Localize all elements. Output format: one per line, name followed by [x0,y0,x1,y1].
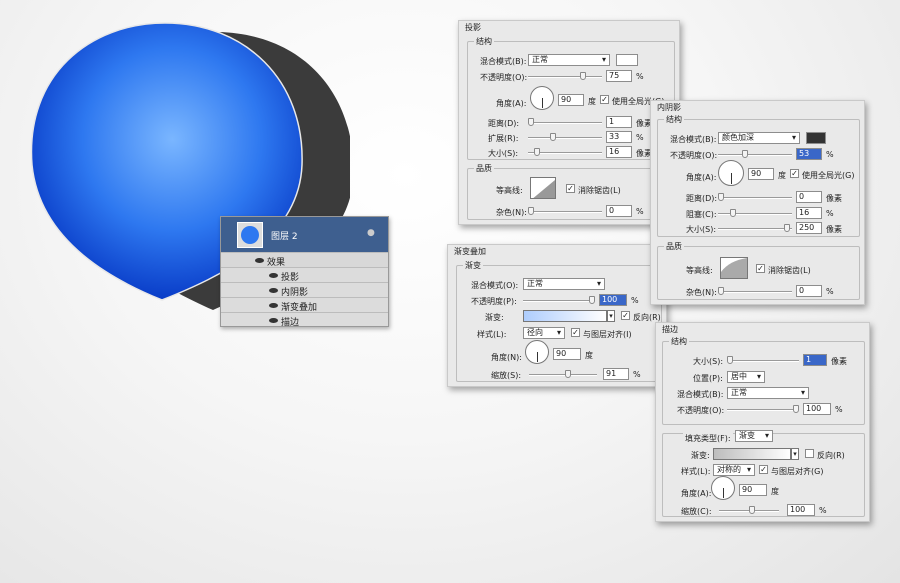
style-select[interactable]: 径向 [523,327,565,339]
opacity-input[interactable]: 75 [606,70,632,82]
gradient-overlay-panel: 渐变叠加 渐变 混合模式(O): 正常 不透明度(P): 100 % 渐变: ▾… [447,244,667,387]
opacity-input[interactable]: 53 [796,148,822,160]
distance-input[interactable]: 0 [796,191,822,203]
panel-title: 投影 [463,22,483,33]
scale-input[interactable]: 100 [787,504,815,516]
angle-dial[interactable] [525,340,549,364]
effects-row[interactable]: 效果 [221,253,388,268]
angle-dial[interactable] [530,86,554,110]
eye-icon[interactable] [269,303,278,308]
noise-slider[interactable] [528,207,602,215]
size-slider[interactable] [528,148,602,156]
size-slider[interactable] [727,356,799,364]
opacity-input[interactable]: 100 [803,403,831,415]
align-with-layer-checkbox[interactable]: ✓ [759,465,768,474]
noise-slider[interactable] [718,287,792,295]
scale-input[interactable]: 91 [603,368,629,380]
antialias-checkbox[interactable]: ✓ [566,184,575,193]
antialias-checkbox[interactable]: ✓ [756,264,765,273]
layer-thumbnail [237,222,263,248]
quality-group: 品质 等高线: ✓ 消除锯齿(L) 杂色(N): 0 % [657,241,860,300]
size-input[interactable]: 16 [606,146,632,158]
fill-group: 填充类型(F): 渐变 渐变: ▾ 反向(R) 样式(L): 对称的 ✓ 与图层… [662,430,865,517]
spread-slider[interactable] [528,133,602,141]
structure-group: 结构 混合模式(B): 颜色加深 不透明度(O): 53 % 角度(A): 90… [657,114,860,237]
scale-slider[interactable] [719,506,779,514]
angle-input[interactable]: 90 [739,484,767,496]
gradient-dropdown-arrow[interactable]: ▾ [791,448,799,460]
eye-icon[interactable] [255,258,264,263]
fx-icon: ● [367,228,375,238]
eye-icon[interactable] [269,318,278,323]
layer-row[interactable]: 图层 2 ● [221,217,388,253]
structure-group: 结构 大小(S): 1 像素 位置(P): 居中 混合模式(B): 正常 不透明… [662,336,865,425]
opacity-slider[interactable] [718,150,792,158]
reverse-checkbox[interactable]: ✓ [621,311,630,320]
opacity-slider[interactable] [523,296,595,304]
effect-item[interactable]: 描边 [221,313,388,328]
effect-item[interactable]: 渐变叠加 [221,298,388,313]
effect-item[interactable]: 内阴影 [221,283,388,298]
angle-dial[interactable] [718,160,744,186]
scale-slider[interactable] [529,370,597,378]
noise-input[interactable]: 0 [606,205,632,217]
position-select[interactable]: 居中 [727,371,765,383]
gradient-picker[interactable] [713,448,791,460]
noise-input[interactable]: 0 [796,285,822,297]
effect-item[interactable]: 投影 [221,268,388,283]
opacity-slider[interactable] [528,72,602,80]
size-slider[interactable] [718,224,792,232]
structure-group: 结构 混合模式(B): 正常 不透明度(O): 75 % 角度(A): 90 度… [467,36,675,160]
align-with-layer-checkbox[interactable]: ✓ [571,328,580,337]
angle-input[interactable]: 90 [558,94,584,106]
shadow-color-swatch[interactable] [806,132,826,144]
size-input[interactable]: 250 [796,222,822,234]
blend-mode-select[interactable]: 正常 [523,278,605,290]
global-light-checkbox[interactable]: ✓ [790,169,799,178]
contour-picker[interactable] [530,177,556,199]
choke-slider[interactable] [718,209,792,217]
opacity-slider[interactable] [727,405,799,413]
eye-icon[interactable] [269,273,278,278]
effects-label: 效果 [267,258,286,268]
gradient-dropdown-arrow[interactable]: ▾ [607,310,615,322]
fill-type-select[interactable]: 渐变 [735,430,773,442]
stroke-panel: 描边 结构 大小(S): 1 像素 位置(P): 居中 混合模式(B): 正常 … [655,322,870,522]
distance-input[interactable]: 1 [606,116,632,128]
gradient-picker[interactable] [523,310,607,322]
contour-picker[interactable] [720,257,748,279]
spread-input[interactable]: 33 [606,131,632,143]
global-light-checkbox[interactable]: ✓ [600,95,609,104]
eye-icon[interactable] [269,288,278,293]
contour-curve-icon [533,180,555,198]
distance-slider[interactable] [528,118,602,126]
choke-input[interactable]: 16 [796,207,822,219]
angle-input[interactable]: 90 [748,168,774,180]
opacity-input[interactable]: 100 [599,294,627,306]
angle-input[interactable]: 90 [553,348,581,360]
layers-panel: 图层 2 ● 效果 投影 内阴影 渐变叠加 描边 [220,216,389,328]
angle-dial[interactable] [711,476,735,500]
distance-slider[interactable] [718,193,792,201]
shadow-color-swatch[interactable] [616,54,638,66]
blend-mode-select[interactable]: 正常 [727,387,809,399]
drop-shadow-panel: 投影 结构 混合模式(B): 正常 不透明度(O): 75 % 角度(A): 9… [458,20,680,225]
contour-curve-icon [721,258,747,278]
blend-mode-select[interactable]: 颜色加深 [718,132,800,144]
size-input[interactable]: 1 [803,354,827,366]
gradient-group: 渐变 混合模式(O): 正常 不透明度(P): 100 % 渐变: ▾ ✓ 反向… [456,260,662,382]
inner-shadow-panel: 内阴影 结构 混合模式(B): 颜色加深 不透明度(O): 53 % 角度(A)… [650,100,865,305]
blend-mode-select[interactable]: 正常 [528,54,610,66]
style-select[interactable]: 对称的 [713,464,755,476]
reverse-checkbox[interactable] [805,449,814,458]
layer-name: 图层 2 [271,232,298,242]
quality-group: 品质 等高线: ✓ 消除锯齿(L) 杂色(N): 0 % [467,163,675,220]
